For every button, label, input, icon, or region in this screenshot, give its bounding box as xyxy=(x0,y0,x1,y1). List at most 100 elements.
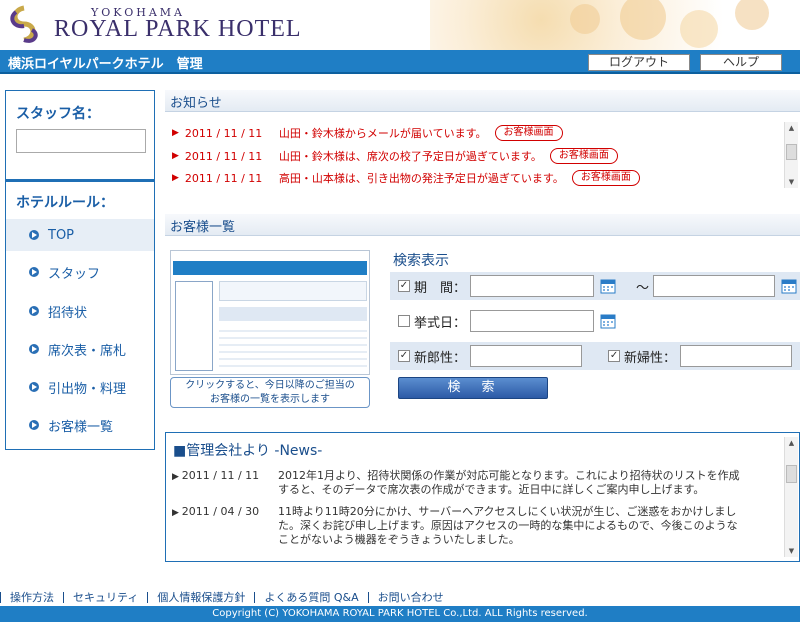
guest-list-preview-image[interactable] xyxy=(170,250,370,375)
news-text: 11時より11時20分にかけ、サーバーへアクセスしにくい状況が生じ、ご迷惑をおか… xyxy=(278,505,738,546)
triangle-bullet-icon: ▶ xyxy=(172,472,182,482)
footer-link-security[interactable]: セキュリティ xyxy=(63,591,147,603)
arrow-bullet-icon xyxy=(29,230,39,240)
triangle-bullet-icon: ▶ xyxy=(172,151,179,161)
range-tilde: ～ xyxy=(636,280,650,296)
notice-item: ▶ 2011 / 11 / 11 高田・山本様は、引き出物の発注予定日が過ぎてい… xyxy=(172,169,640,187)
sidebar-item-label: スタッフ xyxy=(48,266,101,282)
notice-text: 山田・鈴木様は、席次の校了予定日が過ぎています。 xyxy=(278,150,542,163)
sidebar-item-invitation[interactable]: 招待状 xyxy=(6,295,154,327)
news-title: ■管理会社より -News- xyxy=(173,443,323,459)
notice-date: 2011 / 11 / 11 xyxy=(184,126,263,140)
period-start-input[interactable] xyxy=(470,275,595,297)
scroll-down-icon[interactable]: ▼ xyxy=(785,177,798,187)
bride-surname-input[interactable] xyxy=(680,345,793,367)
news-scrollbar[interactable]: ▲ ▼ xyxy=(784,437,798,557)
caption-line: クリックすると、今日以降のご担当の xyxy=(185,380,355,391)
arrow-bullet-icon xyxy=(29,267,39,277)
notice-text: 高田・山本様は、引き出物の発注予定日が過ぎています。 xyxy=(278,172,564,185)
wedding-date-input[interactable] xyxy=(470,310,595,332)
guest-list-heading: お客様一覧 xyxy=(165,214,800,236)
calendar-icon[interactable] xyxy=(781,278,797,294)
sidebar-item-label: 引出物・料理 xyxy=(48,381,127,397)
news-date-text: 2011 / 04 / 30 xyxy=(181,505,260,518)
footer-link-operation[interactable]: 操作方法 xyxy=(0,591,63,603)
customer-screen-button[interactable]: お客様画面 xyxy=(549,148,618,164)
logout-button[interactable]: ログアウト xyxy=(588,54,690,71)
arrow-bullet-icon xyxy=(29,382,39,392)
notice-date: 2011 / 11 / 11 xyxy=(184,171,263,185)
sidebar: スタッフ名： ホテルルール： TOP スタッフ 招待状 席次表・席札 引出物・料… xyxy=(5,90,155,450)
groom-surname-label: 新郎性： xyxy=(414,350,467,366)
sidebar-item-label: お客様一覧 xyxy=(48,419,114,435)
scroll-thumb[interactable] xyxy=(786,465,797,483)
sidebar-item-staff[interactable]: スタッフ xyxy=(6,256,154,288)
bride-surname-label: 新婦性： xyxy=(624,350,677,366)
triangle-bullet-icon: ▶ xyxy=(172,173,179,183)
sidebar-item-seating[interactable]: 席次表・席札 xyxy=(6,333,154,365)
guest-list-preview-caption[interactable]: クリックすると、今日以降のご担当の お客様の一覧を表示します xyxy=(170,377,370,408)
search-title: 検索表示 xyxy=(393,253,449,269)
wedding-date-label: 挙式日： xyxy=(414,315,467,331)
news-date: ▶ 2011 / 11 / 11 xyxy=(172,469,278,497)
sidebar-item-label: TOP xyxy=(48,227,75,243)
news-date-text: 2011 / 11 / 11 xyxy=(181,469,260,482)
scroll-up-icon[interactable]: ▲ xyxy=(785,438,798,448)
notice-item: ▶ 2011 / 11 / 11 山田・鈴木様からメールが届いています。 お客様… xyxy=(172,124,563,142)
title-bar: 横浜ロイヤルパークホテル 管理 ログアウト ヘルプ xyxy=(0,50,800,74)
customer-screen-button[interactable]: お客様画面 xyxy=(494,125,563,141)
page-title: 横浜ロイヤルパークホテル 管理 xyxy=(8,57,203,72)
news-date: ▶ 2011 / 04 / 30 xyxy=(172,505,278,547)
sidebar-item-top[interactable]: TOP xyxy=(6,219,154,251)
groom-surname-input[interactable] xyxy=(470,345,583,367)
wedding-date-checkbox[interactable] xyxy=(398,315,410,327)
groom-surname-checkbox[interactable]: ✓ xyxy=(398,350,410,362)
scroll-thumb[interactable] xyxy=(786,144,797,160)
notices-scrollbar[interactable]: ▲ ▼ xyxy=(784,122,798,188)
period-label: 期 間： xyxy=(414,280,467,296)
bride-surname-checkbox[interactable]: ✓ xyxy=(608,350,621,362)
sidebar-divider xyxy=(6,179,154,182)
notice-date: 2011 / 11 / 11 xyxy=(184,149,263,163)
sidebar-item-gifts-food[interactable]: 引出物・料理 xyxy=(6,371,154,403)
search-button[interactable]: 検 索 xyxy=(398,377,548,399)
scroll-up-icon[interactable]: ▲ xyxy=(785,123,798,133)
hotel-logo-icon xyxy=(10,5,38,43)
staff-name-label: スタッフ名： xyxy=(16,106,100,122)
arrow-bullet-icon xyxy=(29,420,39,430)
scroll-down-icon[interactable]: ▼ xyxy=(785,546,798,556)
logo-title: ROYAL PARK HOTEL xyxy=(54,16,302,42)
hotel-rules-label: ホテルルール： xyxy=(16,195,114,211)
header: YOKOHAMA ROYAL PARK HOTEL xyxy=(0,0,800,50)
footer-link-privacy[interactable]: 個人情報保護方針 xyxy=(147,591,254,603)
copyright: Copyright (C) YOKOHAMA ROYAL PARK HOTEL … xyxy=(0,606,800,622)
header-decoration-image xyxy=(430,0,800,50)
wedding-date-row: 挙式日： xyxy=(390,307,800,335)
help-button[interactable]: ヘルプ xyxy=(700,54,782,71)
triangle-bullet-icon: ▶ xyxy=(172,508,182,518)
news-item: ▶ 2011 / 04 / 30 11時より11時20分にかけ、サーバーへアクセ… xyxy=(172,505,748,547)
names-row: ✓ 新郎性： ✓ 新婦性： xyxy=(390,342,800,370)
footer-link-contact[interactable]: お問い合わせ xyxy=(367,591,453,603)
news-item: ▶ 2011 / 11 / 11 2012年1月より、招待状関係の作業が対応可能… xyxy=(172,469,748,497)
notices-heading: お知らせ xyxy=(165,90,800,112)
notice-text: 山田・鈴木様からメールが届いています。 xyxy=(278,127,487,140)
sidebar-item-label: 席次表・席札 xyxy=(48,343,127,359)
footer-link-faq[interactable]: よくある質問 Q&A xyxy=(254,591,367,603)
caption-line: お客様の一覧を表示します xyxy=(210,394,330,405)
period-end-input[interactable] xyxy=(653,275,776,297)
arrow-bullet-icon xyxy=(29,344,39,354)
staff-name-input[interactable] xyxy=(16,129,146,153)
period-row: ✓ 期 間： ～ xyxy=(390,272,800,300)
triangle-bullet-icon: ▶ xyxy=(172,128,179,138)
sidebar-item-label: 招待状 xyxy=(48,305,88,321)
calendar-icon[interactable] xyxy=(600,313,616,329)
notice-item: ▶ 2011 / 11 / 11 山田・鈴木様は、席次の校了予定日が過ぎています… xyxy=(172,147,618,165)
period-checkbox[interactable]: ✓ xyxy=(398,280,410,292)
sidebar-item-guest-list[interactable]: お客様一覧 xyxy=(6,409,154,441)
news-text: 2012年1月より、招待状関係の作業が対応可能となります。これにより招待状のリス… xyxy=(278,469,740,496)
news-panel: ■管理会社より -News- ▶ 2011 / 11 / 11 2012年1月よ… xyxy=(165,432,800,562)
footer-links: 操作方法 セキュリティ 個人情報保護方針 よくある質問 Q&A お問い合わせ xyxy=(0,588,800,606)
customer-screen-button[interactable]: お客様画面 xyxy=(571,170,640,186)
calendar-icon[interactable] xyxy=(600,278,616,294)
